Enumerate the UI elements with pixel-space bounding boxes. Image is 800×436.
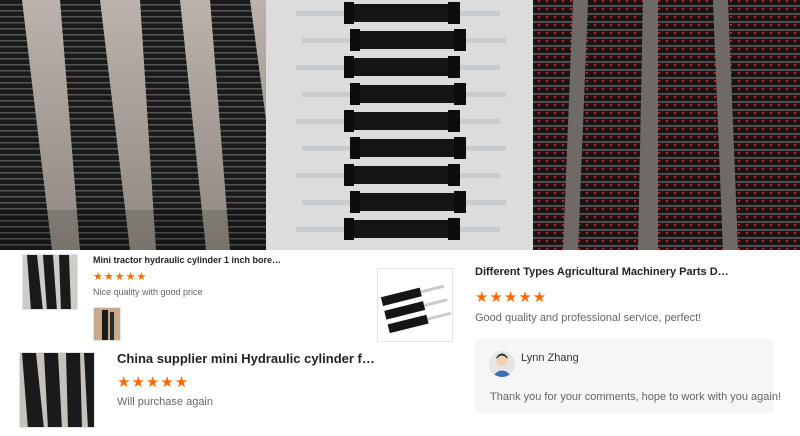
review-1-product-thumbnail[interactable] [22,254,78,310]
reply-author-name: Lynn Zhang [521,352,579,364]
review-2-comment: Good quality and professional service, p… [475,312,702,324]
cylinder-stack-photo[interactable] [266,0,533,250]
cylinder-warehouse-photo[interactable] [533,0,800,250]
review-3-product-title[interactable]: China supplier mini Hydraulic cylinder f… [117,351,379,366]
review-3-product-thumbnail[interactable] [19,352,95,428]
cylinder-rows-photo[interactable] [0,0,266,250]
review-1-comment: Nice quality with good price [93,287,203,297]
avatar [489,351,515,377]
seller-reply-box: Lynn Zhang Thank you for your comments, … [475,339,781,413]
reply-text: Thank you for your comments, hope to wor… [490,391,782,403]
review-3-comment: Will purchase again [117,396,213,408]
review-2-product-title[interactable]: Different Types Agricultural Machinery P… [475,266,735,278]
review-2-product-thumbnail[interactable] [377,268,453,342]
review-1-product-title[interactable]: Mini tractor hydraulic cylinder 1 inch b… [93,255,283,265]
review-1-buyer-photo[interactable] [93,307,121,341]
review-3-star-rating: ★★★★★ [117,374,190,391]
review-2-star-rating: ★★★★★ [475,289,548,306]
review-1-star-rating: ★★★★★ [93,271,148,283]
